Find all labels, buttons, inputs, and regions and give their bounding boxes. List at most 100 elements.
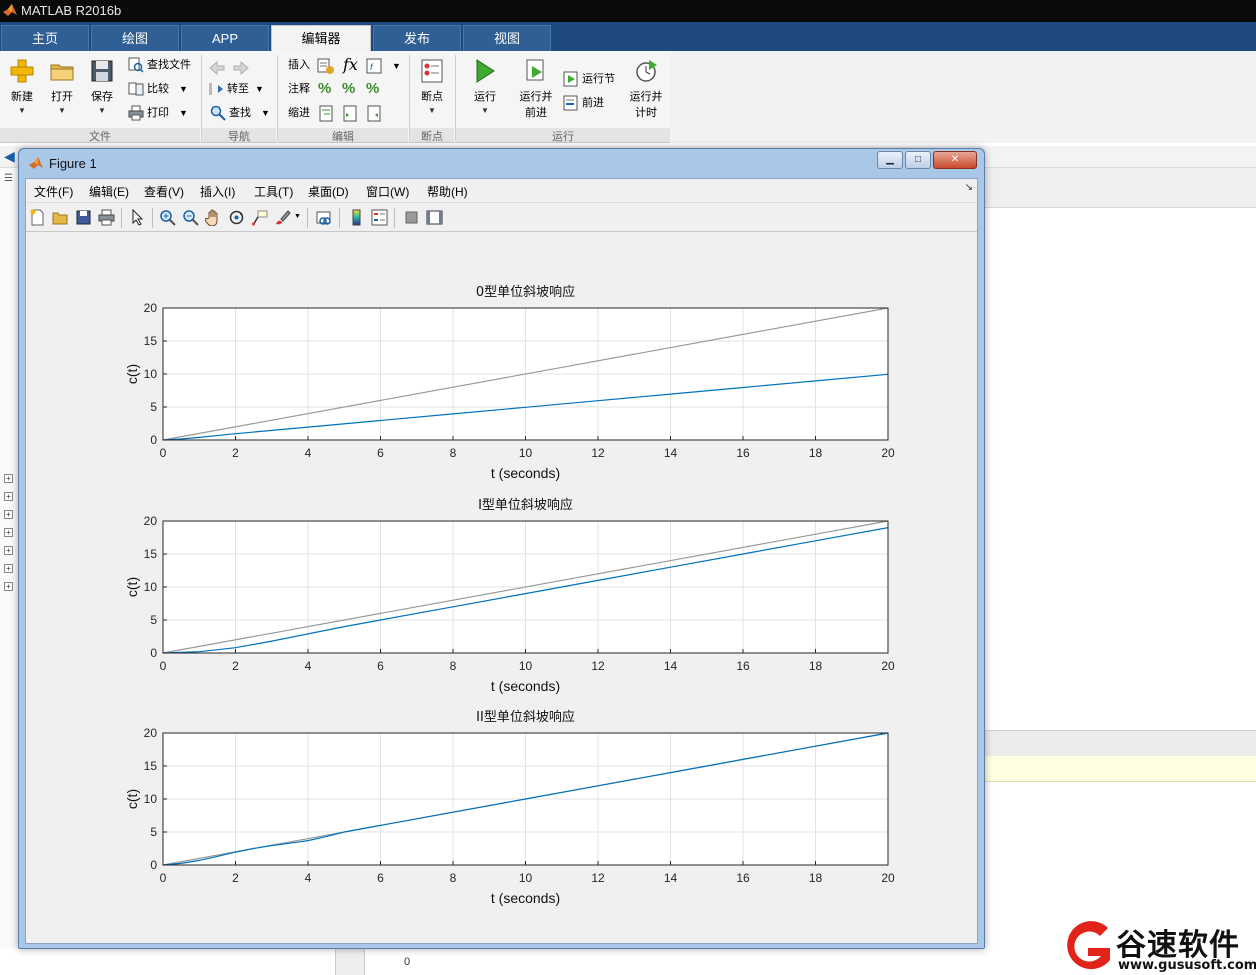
forward-arrow-icon[interactable] [232,59,250,77]
zoom-out-icon[interactable] [182,209,199,226]
figure-window: Figure 1 ▁ □ ✕ 文件(F) 编辑(E) 查看(V) 插入(I) 工… [18,148,985,949]
increase-indent-icon[interactable] [342,105,360,123]
print-label: 打印 [147,107,169,119]
insert-section-icon[interactable] [316,57,334,75]
compare-button[interactable]: 比较 ▼ [128,79,188,99]
decrease-indent-icon[interactable] [366,105,384,123]
new-label: 新建 [11,91,33,103]
x-tick-label: 18 [809,446,823,460]
minimize-button[interactable]: ▁ [877,151,903,169]
new-figure-icon[interactable] [29,209,46,226]
open-file-icon[interactable] [52,209,69,226]
breakpoints-dropdown-icon: ▼ [428,106,436,115]
comment-label: 注释 [288,83,310,95]
dock-figure-icon[interactable]: ↘ [965,182,973,193]
find-label: 查找 [229,107,251,119]
pan-icon[interactable] [205,209,222,226]
save-figure-icon[interactable] [75,209,92,226]
x-tick-label: 12 [591,446,605,460]
open-dropdown-icon: ▼ [58,106,66,115]
comment-percent-icon[interactable]: % [318,80,331,97]
goto-button[interactable]: 转至 ▼ [208,79,264,99]
tree-expand-icon: + [4,474,13,483]
edit-group-label: 编辑 [278,128,408,143]
breakpoints-group-label: 断点 [410,128,454,143]
menu-view[interactable]: 查看(V) [144,183,184,200]
subplot-title: 0型单位斜坡响应 [476,284,575,300]
figure-title-bar[interactable]: Figure 1 [29,154,97,174]
tab-apps[interactable]: APP [181,25,269,51]
tab-editor[interactable]: 编辑器 [271,25,371,51]
x-tick-label: 2 [232,446,239,460]
show-plot-tools-icon[interactable] [426,209,443,226]
insert-dropdown-icon[interactable]: ▼ [392,61,401,71]
tab-home[interactable]: 主页 [1,25,89,51]
data-cursor-icon[interactable] [251,209,268,226]
new-button[interactable]: 新建 ▼ [0,56,44,126]
watermark-url: www.gususoft.com [1118,958,1256,973]
compare-label: 比较 [147,83,169,95]
y-tick-label: 20 [144,514,158,528]
background-menu-icon: ☰ [4,173,13,184]
menu-file[interactable]: 文件(F) [34,183,73,200]
x-tick-label: 0 [160,871,167,885]
run-button[interactable]: 运行 ▼ [463,56,507,126]
save-button[interactable]: 保存 ▼ [80,56,124,126]
link-plot-icon[interactable] [316,209,333,226]
run-and-advance-button[interactable]: 运行并 前进 [513,56,559,126]
find-button[interactable]: 查找 ▼ [210,103,270,123]
menu-tools[interactable]: 工具(T) [254,183,293,200]
goto-label: 转至 [227,83,249,95]
run-section-button[interactable]: 运行节 [563,69,615,89]
menu-edit[interactable]: 编辑(E) [89,183,129,200]
breakpoints-icon [421,59,443,83]
y-tick-label: 15 [144,334,158,348]
matlab-logo-icon [3,4,17,16]
back-arrow-icon[interactable] [208,59,226,77]
print-button[interactable]: 打印 ▼ [128,103,188,123]
x-tick-label: 6 [377,659,384,673]
insert-legend-icon[interactable] [371,209,388,226]
zoom-in-icon[interactable] [159,209,176,226]
figure-toolbar: ▼ [26,202,977,232]
find-files-button[interactable]: 查找文件 [128,55,191,75]
run-group-label: 运行 [456,128,670,143]
rotate-3d-icon[interactable] [228,209,245,226]
x-tick-label: 6 [377,871,384,885]
run-and-time-button[interactable]: 运行并 计时 [623,56,669,126]
x-tick-label: 12 [591,659,605,673]
x-tick-label: 16 [736,871,750,885]
x-tick-label: 4 [305,446,312,460]
tree-expand-icon: + [4,492,13,501]
menu-insert[interactable]: 插入(I) [200,183,235,200]
advance-button[interactable]: 前进 [563,93,604,113]
open-label: 打开 [51,91,73,103]
tab-view[interactable]: 视图 [463,25,551,51]
figure-client-area: 文件(F) 编辑(E) 查看(V) 插入(I) 工具(T) 桌面(D) 窗口(W… [25,178,978,944]
background-file-tree: ☰ + + + + + + + [0,168,20,975]
breakpoints-button[interactable]: 断点 ▼ [410,56,454,126]
tab-plots[interactable]: 绘图 [91,25,179,51]
x-tick-label: 0 [160,659,167,673]
brush-icon[interactable] [274,209,291,226]
uncomment-icon[interactable]: % [342,80,355,97]
menu-desktop[interactable]: 桌面(D) [308,183,349,200]
menu-window[interactable]: 窗口(W) [366,183,409,200]
brush-dropdown-icon[interactable]: ▼ [294,213,301,220]
smart-indent-icon[interactable] [318,105,336,123]
open-button[interactable]: 打开 ▼ [40,56,84,126]
maximize-icon: □ [914,154,922,165]
insert-function-icon[interactable]: fx [343,55,358,74]
wrap-comment-icon[interactable]: % [366,80,379,97]
run-section-label: 运行节 [582,73,615,85]
menu-help[interactable]: 帮助(H) [427,183,468,200]
tab-publish[interactable]: 发布 [373,25,461,51]
insert-colorbar-icon[interactable] [348,209,365,226]
app-title: MATLAB R2016b [21,3,122,18]
hide-plot-tools-icon[interactable] [403,209,420,226]
close-button[interactable]: ✕ [933,151,977,169]
maximize-button[interactable]: □ [905,151,931,169]
insert-function-file-icon[interactable]: f [365,57,383,75]
print-figure-icon[interactable] [98,209,115,226]
edit-plot-icon[interactable] [129,209,146,226]
